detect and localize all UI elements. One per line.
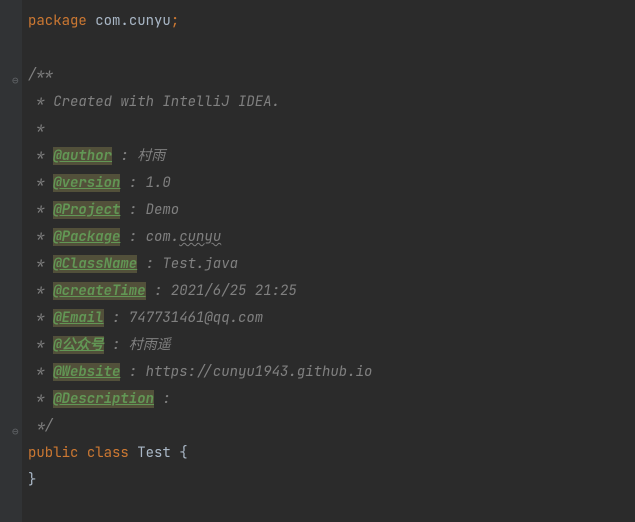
javadoc-value: : Test.java (137, 255, 238, 273)
javadoc-value: : (154, 390, 171, 408)
keyword-class: class (87, 444, 129, 462)
javadoc-value: : https://cunyu1943.github.io (120, 363, 372, 381)
javadoc-value-wavy: cunyu (179, 228, 221, 246)
code-line: /** (28, 62, 635, 89)
code-line: * @Email : 747731461@qq.com (28, 305, 635, 332)
code-line: * @Package : com.cunyu (28, 224, 635, 251)
code-line: */ (28, 413, 635, 440)
code-line: * @Project : Demo (28, 197, 635, 224)
javadoc-value: : 村雨 (112, 147, 165, 165)
javadoc-tag-classname: @ClassName (53, 255, 137, 273)
code-line: package com.cunyu; (28, 8, 635, 35)
code-line: * @Website : https://cunyu1943.github.io (28, 359, 635, 386)
javadoc-tag-package: @Package (53, 228, 120, 246)
javadoc-prefix: * (28, 363, 53, 381)
javadoc-text: * Created with IntelliJ IDEA. (28, 93, 280, 111)
javadoc-value: : 747731461@qq.com (104, 309, 264, 327)
javadoc-prefix: * (28, 174, 53, 192)
code-line: } (28, 467, 635, 494)
javadoc-value: : com. (120, 228, 179, 246)
javadoc-prefix: * (28, 255, 53, 273)
class-name: Test (137, 444, 171, 462)
open-brace: { (179, 444, 187, 462)
javadoc-tag-website: @Website (53, 363, 120, 381)
code-line: public class Test { (28, 440, 635, 467)
javadoc-close: */ (28, 417, 53, 435)
code-line: * @ClassName : Test.java (28, 251, 635, 278)
package-name: com.cunyu (95, 12, 171, 30)
semicolon: ; (171, 12, 179, 30)
javadoc-value: : 2021/6/25 21:25 (146, 282, 297, 300)
javadoc-prefix: * (28, 390, 53, 408)
code-line (28, 35, 635, 62)
javadoc-value: : Demo (120, 201, 179, 219)
javadoc-tag-description: @Description (53, 390, 154, 408)
keyword-package: package (28, 12, 87, 30)
javadoc-value: : 1.0 (120, 174, 170, 192)
javadoc-star: * (28, 120, 45, 138)
javadoc-prefix: * (28, 228, 53, 246)
close-brace: } (28, 471, 36, 489)
javadoc-tag-author: @author (53, 147, 112, 165)
code-line: * @version : 1.0 (28, 170, 635, 197)
javadoc-tag-version: @version (53, 174, 120, 192)
keyword-public: public (28, 444, 78, 462)
javadoc-tag-email: @Email (53, 309, 103, 327)
javadoc-tag-wechat: @公众号 (53, 336, 103, 354)
code-line: * @Description : (28, 386, 635, 413)
code-line: * @author : 村雨 (28, 143, 635, 170)
javadoc-tag-createtime: @createTime (53, 282, 145, 300)
javadoc-tag-project: @Project (53, 201, 120, 219)
javadoc-prefix: * (28, 147, 53, 165)
javadoc-prefix: * (28, 336, 53, 354)
javadoc-open: /** (28, 66, 53, 84)
javadoc-prefix: * (28, 282, 53, 300)
code-line: * (28, 116, 635, 143)
code-line: * @公众号 : 村雨遥 (28, 332, 635, 359)
code-line: * @createTime : 2021/6/25 21:25 (28, 278, 635, 305)
javadoc-prefix: * (28, 309, 53, 327)
code-line: * Created with IntelliJ IDEA. (28, 89, 635, 116)
javadoc-prefix: * (28, 201, 53, 219)
javadoc-value: : 村雨遥 (104, 336, 171, 354)
code-editor[interactable]: package com.cunyu; /** * Created with In… (0, 0, 635, 502)
